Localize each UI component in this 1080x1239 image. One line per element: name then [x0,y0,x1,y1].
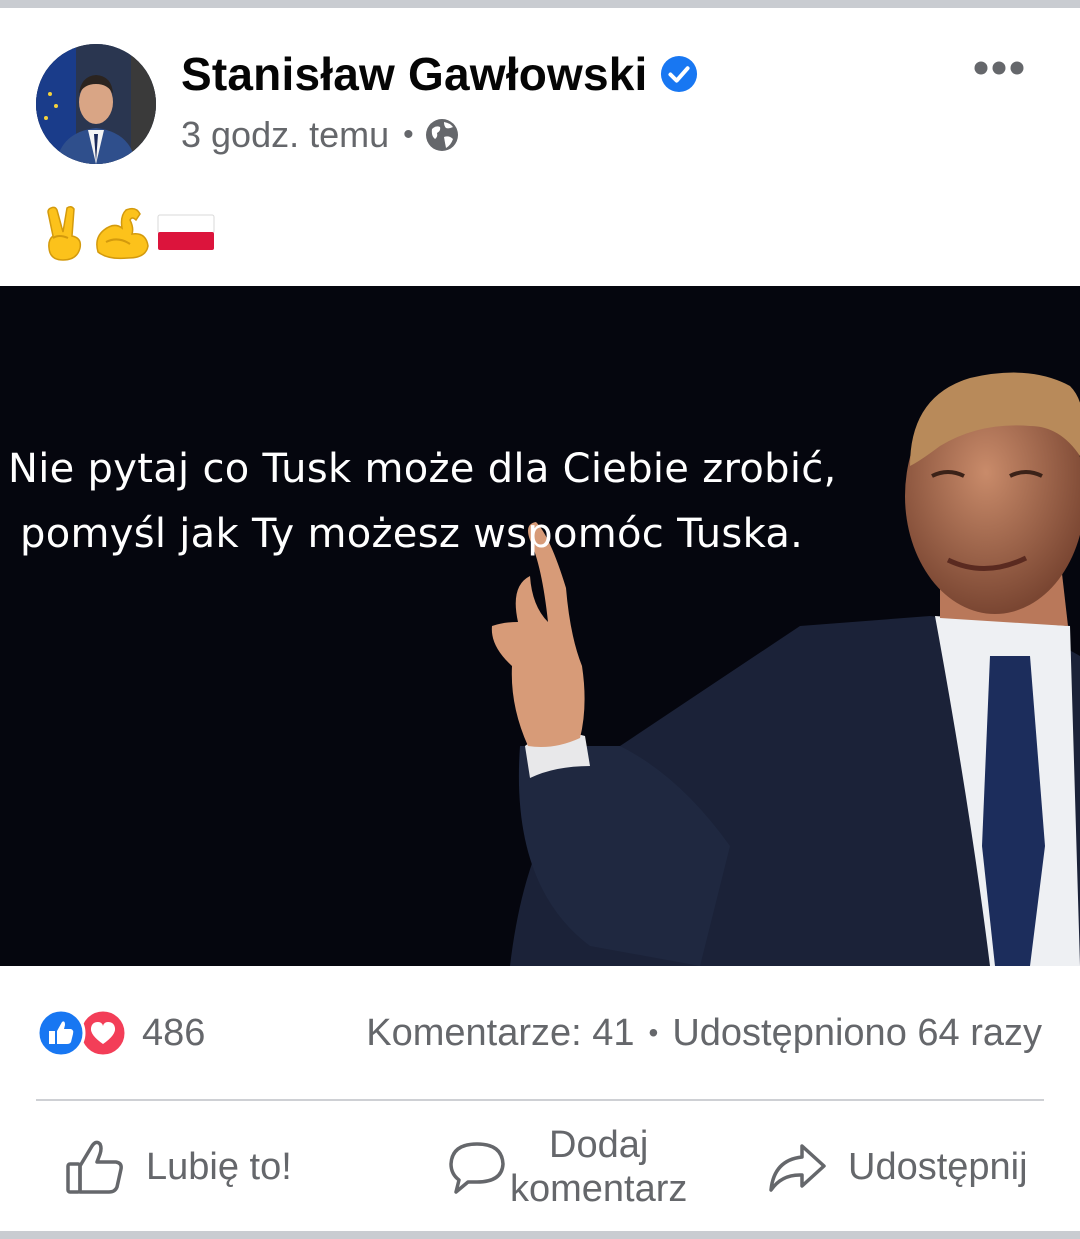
like-label: Lubię to! [146,1145,292,1188]
post-meta: 3 godz. temu • [181,112,460,158]
avatar[interactable] [36,44,156,164]
comment-bubble-icon [449,1142,505,1194]
image-text-line-2: pomyśl jak Ty możesz wspomóc Tuska. [20,511,804,557]
comment-label: Dodaj komentarz [510,1123,687,1211]
share-label: Udostępnij [848,1145,1028,1188]
comment-label-line-1: Dodaj [549,1124,649,1166]
flexed-biceps-icon [96,207,149,260]
person-photo [491,372,1080,966]
more-options-icon[interactable] [973,58,1025,78]
avatar-photo [36,44,156,164]
post-timestamp[interactable]: 3 godz. temu [181,114,389,156]
comment-label-line-2: komentarz [510,1168,688,1210]
shares-count[interactable]: Udostępniono 64 razy [672,1012,1042,1055]
reactions-summary[interactable]: 486 [36,1008,205,1058]
victory-hand-icon [47,205,82,261]
stats-separator: • [648,1017,659,1048]
verified-badge-icon [660,55,697,93]
author-row: Stanisław Gawłowski [181,46,698,102]
like-button[interactable]: Lubię to! [64,1134,292,1200]
divider [36,1099,1044,1101]
thumbs-up-icon [66,1140,123,1194]
post-caption [42,200,216,264]
post-image[interactable]: Nie pytaj co Tusk może dla Ciebie zrobić… [0,286,1080,966]
globe-icon[interactable] [424,117,460,153]
image-text-line-1: Nie pytaj co Tusk może dla Ciebie zrobić… [8,446,837,492]
post-stats: Komentarze: 41 • Udostępniono 64 razy [366,1008,1042,1058]
share-arrow-icon [769,1144,826,1192]
meta-separator: • [403,118,414,151]
comments-count[interactable]: Komentarze: 41 [366,1012,634,1055]
top-separator [0,0,1080,8]
flag-poland-icon [157,214,215,250]
like-reaction-icon [36,1008,86,1058]
bottom-separator [0,1231,1080,1239]
reaction-count: 486 [142,1011,206,1054]
share-button[interactable]: Udostępnij [766,1134,1028,1200]
author-name[interactable]: Stanisław Gawłowski [181,47,648,101]
comment-button[interactable]: Dodaj komentarz [446,1124,687,1210]
